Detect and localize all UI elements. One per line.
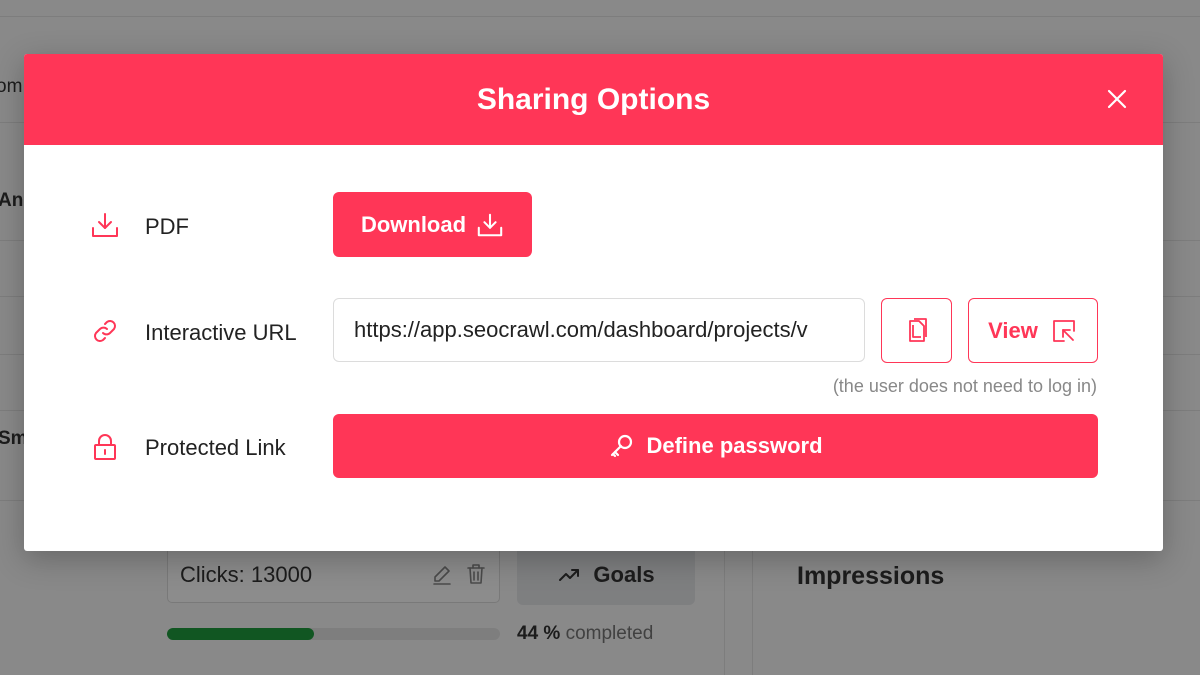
login-hint: (the user does not need to log in) — [832, 376, 1097, 396]
copy-url-button[interactable] — [881, 298, 952, 363]
download-button-label: Download — [360, 211, 467, 237]
view-button-label: View — [988, 317, 1038, 343]
download-tray-icon — [90, 210, 120, 240]
sharing-options-modal: Sharing Options PDF Download Interactive… — [24, 54, 1163, 551]
pdf-label: PDF — [145, 214, 189, 239]
external-arrow-icon — [1050, 317, 1078, 345]
interactive-url-input[interactable] — [333, 298, 865, 362]
define-password-button[interactable]: Define password — [333, 414, 1098, 478]
download-tray-icon — [476, 211, 504, 239]
define-password-label: Define password — [646, 433, 823, 458]
link-icon — [90, 316, 120, 346]
key-icon — [608, 432, 636, 460]
lock-icon — [90, 432, 120, 462]
close-icon[interactable] — [1105, 87, 1129, 111]
view-url-button[interactable]: View — [968, 298, 1098, 363]
copy-icon — [903, 317, 931, 345]
interactive-url-label: Interactive URL — [145, 320, 297, 345]
download-button[interactable]: Download — [333, 192, 532, 257]
modal-header: Sharing Options — [24, 54, 1163, 145]
modal-title: Sharing Options — [476, 82, 711, 116]
protected-link-label: Protected Link — [145, 435, 286, 460]
